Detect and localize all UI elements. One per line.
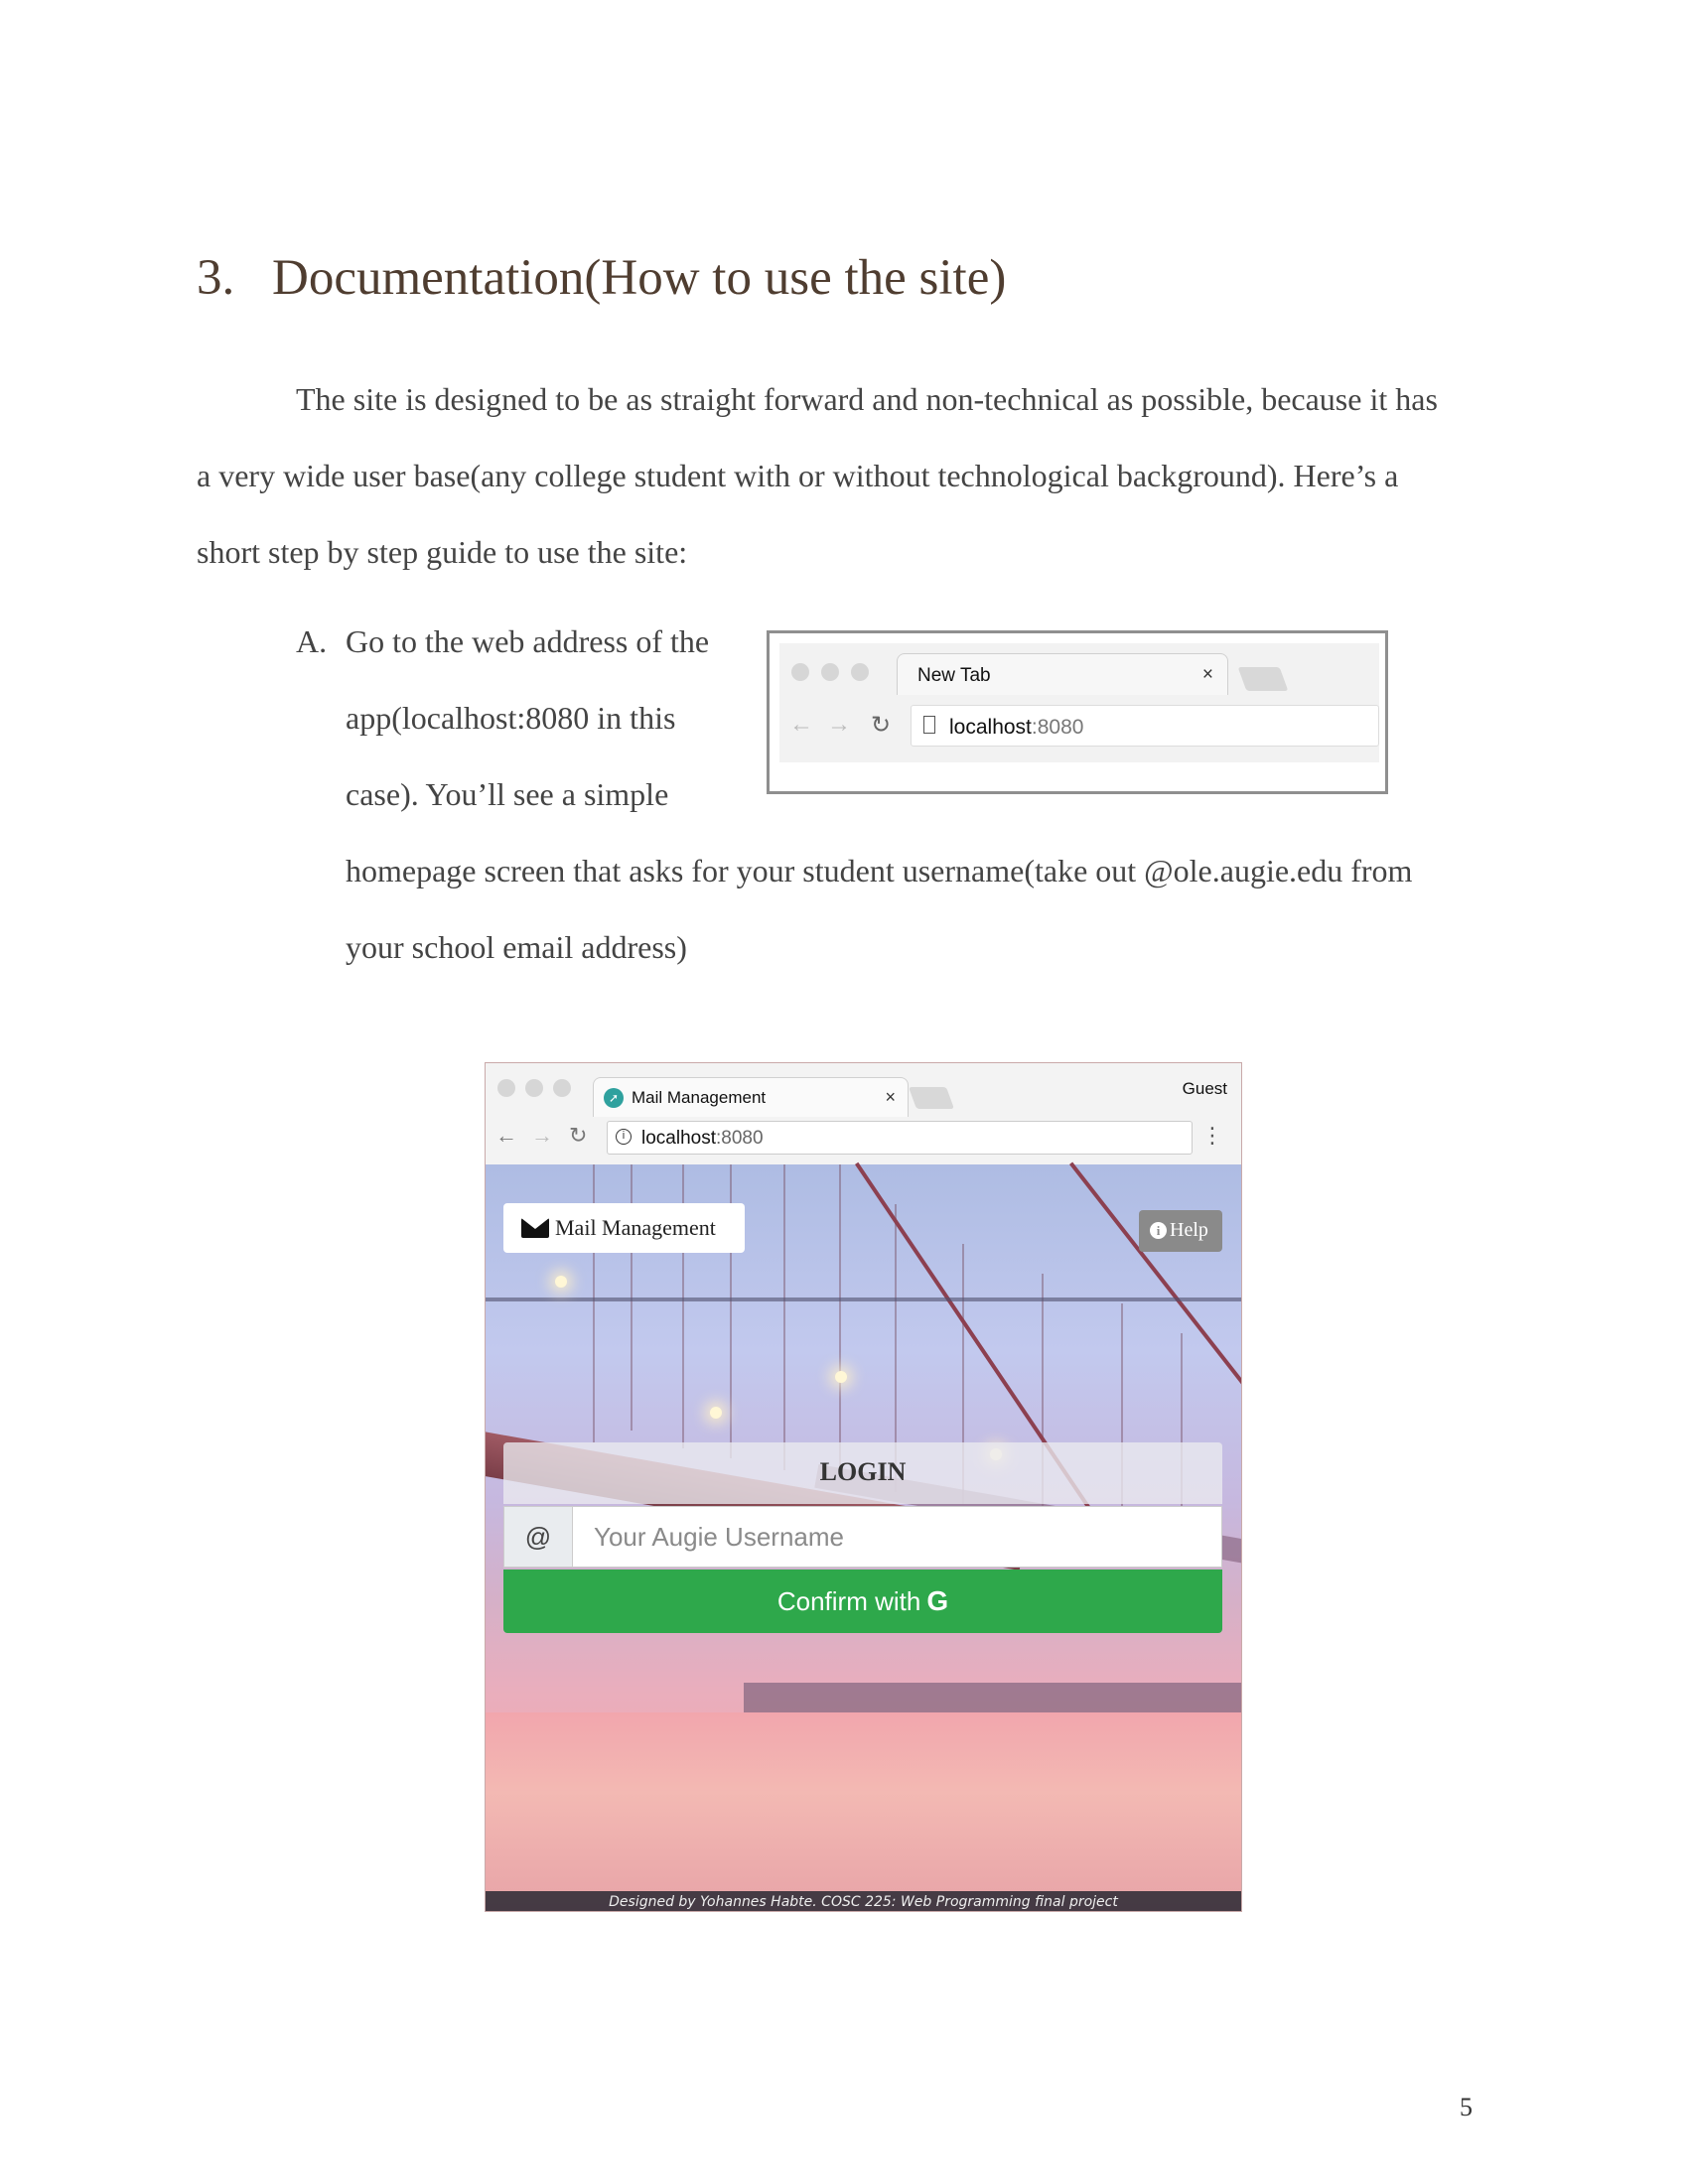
- browser-tab[interactable]: New Tab ×: [897, 653, 1228, 695]
- window-maximize-dot: [553, 1079, 571, 1097]
- brand-button[interactable]: Mail Management: [503, 1203, 745, 1253]
- brand-label: Mail Management: [555, 1215, 716, 1240]
- forward-arrow-icon[interactable]: →: [531, 1123, 553, 1149]
- confirm-label: Confirm with: [776, 1586, 921, 1616]
- browser-chrome: New Tab × ← → ↻ localhost:8080: [779, 643, 1379, 762]
- step-a-marker: A.: [296, 623, 328, 659]
- menu-kebab-icon[interactable]: ⋮: [1201, 1123, 1223, 1149]
- window-minimize-dot: [525, 1079, 543, 1097]
- app-address-url: localhost:8080: [641, 1128, 764, 1149]
- section-title: Documentation(How to use the site): [272, 250, 1007, 306]
- intro-line-1: The site is designed to be as straight f…: [296, 381, 1438, 417]
- window-close-dot: [497, 1079, 515, 1097]
- back-arrow-icon[interactable]: ←: [789, 711, 813, 739]
- window-minimize-dot: [821, 663, 839, 681]
- step-a-line-4: homepage screen that asks for your stude…: [346, 853, 1413, 888]
- tab-close-icon[interactable]: ×: [885, 1087, 896, 1108]
- step-a-line-1: Go to the web address of the: [346, 623, 710, 659]
- new-tab-button[interactable]: [1237, 667, 1289, 691]
- help-button[interactable]: i Help: [1139, 1210, 1222, 1252]
- intro-line-3: short step by step guide to use the site…: [197, 534, 688, 570]
- section-number: 3.: [197, 250, 235, 306]
- login-title: LOGIN: [819, 1457, 907, 1486]
- water-reflection: [486, 1712, 1241, 1911]
- page-number: 5: [1460, 2093, 1473, 2121]
- city-skyline: [744, 1683, 1241, 1712]
- google-g-icon: G: [926, 1585, 949, 1616]
- login-card-header: LOGIN: [503, 1442, 1222, 1504]
- username-input-group: @: [503, 1506, 1222, 1568]
- window-close-dot: [791, 663, 809, 681]
- page-icon: [923, 716, 935, 734]
- section-heading: 3. Documentation(How to use the site): [197, 248, 1006, 308]
- app-footer: Designed by Yohannes Habte. COSC 225: We…: [486, 1891, 1241, 1911]
- step-a-line-5: your school email address): [346, 929, 687, 965]
- app-screenshot: ➚ Mail Management × Guest ← → ↻ i localh…: [485, 1062, 1242, 1912]
- help-label: Help: [1170, 1219, 1208, 1241]
- reload-icon[interactable]: ↻: [569, 1123, 587, 1149]
- window-maximize-dot: [851, 663, 869, 681]
- intro-line-2: a very wide user base(any college studen…: [197, 458, 1399, 493]
- address-url: localhost:8080: [949, 716, 1084, 739]
- address-bar[interactable]: localhost:8080: [911, 705, 1379, 747]
- profile-label[interactable]: Guest: [1183, 1079, 1227, 1099]
- app-address-bar[interactable]: i localhost:8080: [607, 1121, 1193, 1155]
- forward-arrow-icon[interactable]: →: [827, 711, 851, 739]
- app-browser-chrome: ➚ Mail Management × Guest ← → ↻ i localh…: [486, 1063, 1241, 1164]
- app-tab-title: Mail Management: [632, 1088, 767, 1107]
- app-browser-tab[interactable]: ➚ Mail Management ×: [593, 1077, 909, 1117]
- info-circle-icon: i: [1150, 1222, 1167, 1239]
- favicon-icon: ➚: [604, 1088, 624, 1108]
- confirm-google-button[interactable]: Confirm with G: [503, 1570, 1222, 1633]
- info-icon: i: [616, 1129, 632, 1145]
- step-a-line-2: app(localhost:8080 in this: [346, 700, 676, 736]
- at-symbol-addon: @: [504, 1507, 573, 1567]
- reload-icon[interactable]: ↻: [871, 711, 891, 740]
- tab-title: New Tab: [917, 665, 991, 686]
- back-arrow-icon[interactable]: ←: [495, 1123, 517, 1149]
- tab-close-icon[interactable]: ×: [1202, 664, 1213, 686]
- browser-screenshot-small: New Tab × ← → ↻ localhost:8080: [767, 630, 1388, 794]
- username-input[interactable]: [574, 1507, 1219, 1567]
- step-a-line-3: case). You’ll see a simple: [346, 776, 669, 812]
- new-tab-button[interactable]: [908, 1087, 955, 1109]
